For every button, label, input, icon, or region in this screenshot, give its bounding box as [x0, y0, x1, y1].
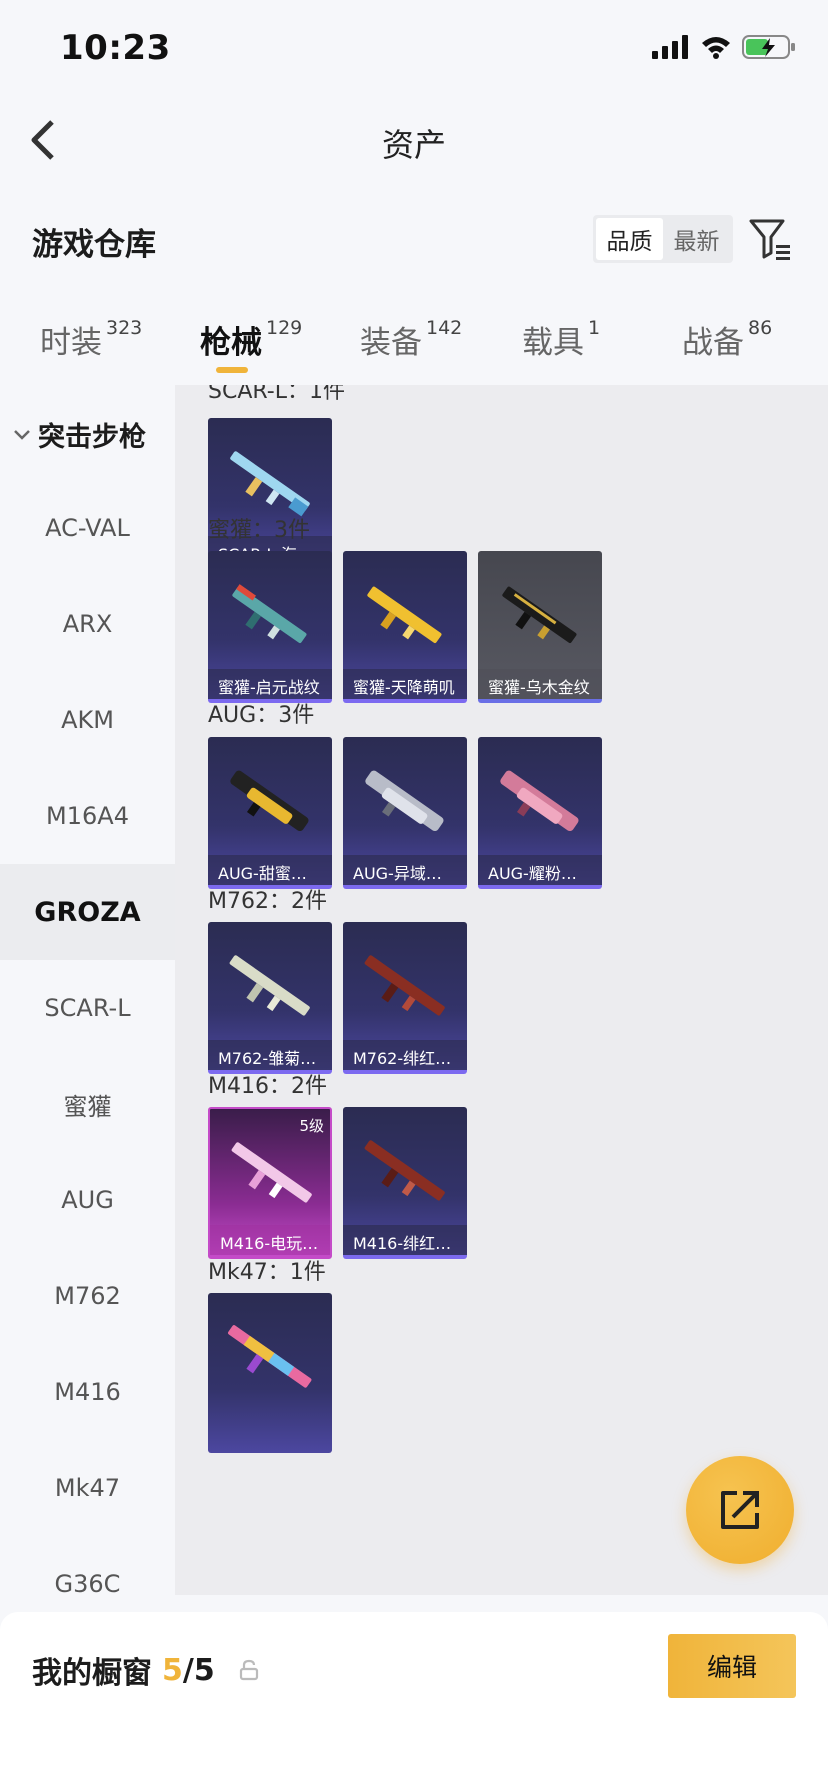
rifle-icon: [232, 584, 307, 644]
showcase-label: 我的橱窗 5 /5: [32, 1648, 259, 1692]
group-title-m416: M416：2件: [208, 1074, 327, 1099]
skin-label: M762-雏菊…: [208, 1040, 332, 1070]
skin-label: AUG-异域银装: [343, 855, 467, 885]
sidebar-item-akm[interactable]: AKM: [0, 672, 175, 768]
rifle-icon: [364, 955, 445, 1016]
skin-card[interactable]: 蜜獾-启元战纹: [208, 551, 332, 703]
sidebar-group-assault-rifles[interactable]: 突击步枪: [12, 415, 146, 454]
tab-label: 载具: [522, 325, 584, 361]
skin-label: AUG-耀粉歌者: [478, 855, 602, 885]
sidebar-group-label: 突击步枪: [38, 422, 146, 453]
skin-card[interactable]: 蜜獾-乌木金纹: [478, 551, 602, 703]
showcase-bar: 我的橱窗 5 /5 编辑: [0, 1612, 828, 1792]
skin-card[interactable]: 蜜獾-天降萌叽: [343, 551, 467, 703]
filter-button[interactable]: [748, 215, 794, 263]
tab-count: 86: [748, 317, 773, 339]
tab-label: 时装: [40, 325, 102, 361]
skin-card[interactable]: M762-雏菊…: [208, 922, 332, 1074]
tab-firearms[interactable]: 枪械 129: [200, 317, 302, 362]
group-title-mk47: Mk47：1件: [208, 1260, 326, 1285]
skin-card[interactable]: M762-绯红…: [343, 922, 467, 1074]
sort-quality-button[interactable]: 品质: [596, 218, 663, 260]
skin-label: 蜜獾-乌木金纹: [478, 669, 602, 699]
nav-bar: 资产: [0, 100, 828, 180]
chevron-down-icon: [14, 429, 30, 440]
rifle-icon: [365, 770, 444, 832]
rifle-icon: [500, 770, 579, 832]
skin-card[interactable]: 5级 M416-电玩…: [208, 1107, 332, 1259]
rifle-icon: [231, 1142, 312, 1203]
showcase-count: 5: [162, 1652, 183, 1688]
rifle-icon: [367, 586, 442, 644]
skin-label: M416-绯红…: [343, 1225, 467, 1255]
category-tabs: 时装 323 枪械 129 装备 142 载具 1 战备 86: [0, 305, 828, 385]
skin-label: AUG-甜蜜菠萝: [208, 855, 332, 885]
skin-label: 蜜獾-天降萌叽: [343, 669, 467, 699]
showcase-title: 我的橱窗: [32, 1656, 152, 1691]
skin-card[interactable]: AUG-甜蜜菠萝: [208, 737, 332, 889]
group-title-m762: M762：2件: [208, 889, 327, 914]
cellular-signal-icon: [652, 35, 688, 59]
sidebar-item-m416[interactable]: M416: [0, 1344, 175, 1440]
showcase-total: /5: [182, 1652, 215, 1688]
sidebar-item-m762[interactable]: M762: [0, 1248, 175, 1344]
tab-vehicles[interactable]: 载具 1: [522, 317, 600, 362]
sidebar-item-aug[interactable]: AUG: [0, 1152, 175, 1248]
sidebar-item-scar-l[interactable]: SCAR-L: [0, 960, 175, 1056]
skin-card[interactable]: AUG-异域银装: [343, 737, 467, 889]
tab-equipment[interactable]: 装备 142: [360, 317, 462, 362]
rifle-icon: [230, 770, 309, 832]
skin-card[interactable]: SCAR-L-海…: [208, 418, 332, 570]
sidebar-item-mk47[interactable]: Mk47: [0, 1440, 175, 1536]
skin-label: M762-绯红…: [343, 1040, 467, 1070]
battery-charging-icon: [742, 35, 795, 59]
rifle-icon: [229, 955, 310, 1016]
page-title: 资产: [381, 126, 446, 164]
tab-count: 323: [106, 317, 143, 339]
sidebar-item-ac-val[interactable]: AC-VAL: [0, 480, 175, 576]
sort-newest-button[interactable]: 最新: [663, 218, 730, 260]
skin-label: 蜜獾-启元战纹: [208, 669, 332, 699]
share-button[interactable]: [686, 1456, 794, 1564]
status-time: 10:23: [60, 28, 171, 68]
skin-label: M416-电玩…: [210, 1225, 330, 1255]
lock-icon: [239, 1659, 258, 1681]
tab-label: 装备: [360, 325, 422, 361]
tab-label: 战备: [682, 325, 744, 361]
skin-card[interactable]: M416-绯红…: [343, 1107, 467, 1259]
sidebar-item-honey-badger[interactable]: 蜜獾: [0, 1056, 175, 1152]
group-title-aug: AUG：3件: [208, 703, 315, 728]
edit-button[interactable]: 编辑: [668, 1634, 796, 1698]
rifle-icon: [502, 586, 577, 644]
sidebar-item-arx[interactable]: ARX: [0, 576, 175, 672]
sort-toggle: 品质 最新: [593, 215, 733, 263]
share-icon: [721, 1491, 759, 1529]
weapon-skin-grid: SCAR-L：1件 SCAR-L-海… 蜜獾：3件 蜜獾-启元战纹 蜜獾-天降萌…: [175, 385, 828, 1595]
weapon-sidebar: 突击步枪 AC-VAL ARX AKM M16A4 GROZA SCAR-L 蜜…: [0, 385, 175, 1595]
group-title-honey-badger: 蜜獾：3件: [208, 518, 310, 543]
rifle-icon: [364, 1140, 445, 1201]
sidebar-item-groza[interactable]: GROZA: [0, 864, 175, 960]
tab-supplies[interactable]: 战备 86: [682, 317, 772, 362]
skin-card[interactable]: AUG-耀粉歌者: [478, 737, 602, 889]
status-bar: 10:23: [0, 0, 828, 100]
active-tab-indicator: [216, 367, 248, 373]
tab-label: 枪械: [200, 325, 262, 361]
status-icons: [652, 34, 796, 60]
sidebar-item-m16a4[interactable]: M16A4: [0, 768, 175, 864]
tab-fashion[interactable]: 时装 323: [40, 317, 142, 362]
section-title: 游戏仓库: [32, 227, 156, 263]
filter-icon: [749, 219, 790, 260]
tab-count: 129: [266, 317, 303, 339]
skin-card[interactable]: [208, 1293, 332, 1453]
wifi-icon: [702, 37, 730, 59]
tab-count: 1: [588, 317, 601, 339]
tab-count: 142: [426, 317, 463, 339]
sidebar-item-g36c[interactable]: G36C: [0, 1536, 175, 1595]
rifle-icon: [228, 1325, 312, 1388]
section-header: 游戏仓库 品质 最新: [0, 205, 828, 275]
group-title-scar-l: SCAR-L：1件: [208, 385, 345, 404]
